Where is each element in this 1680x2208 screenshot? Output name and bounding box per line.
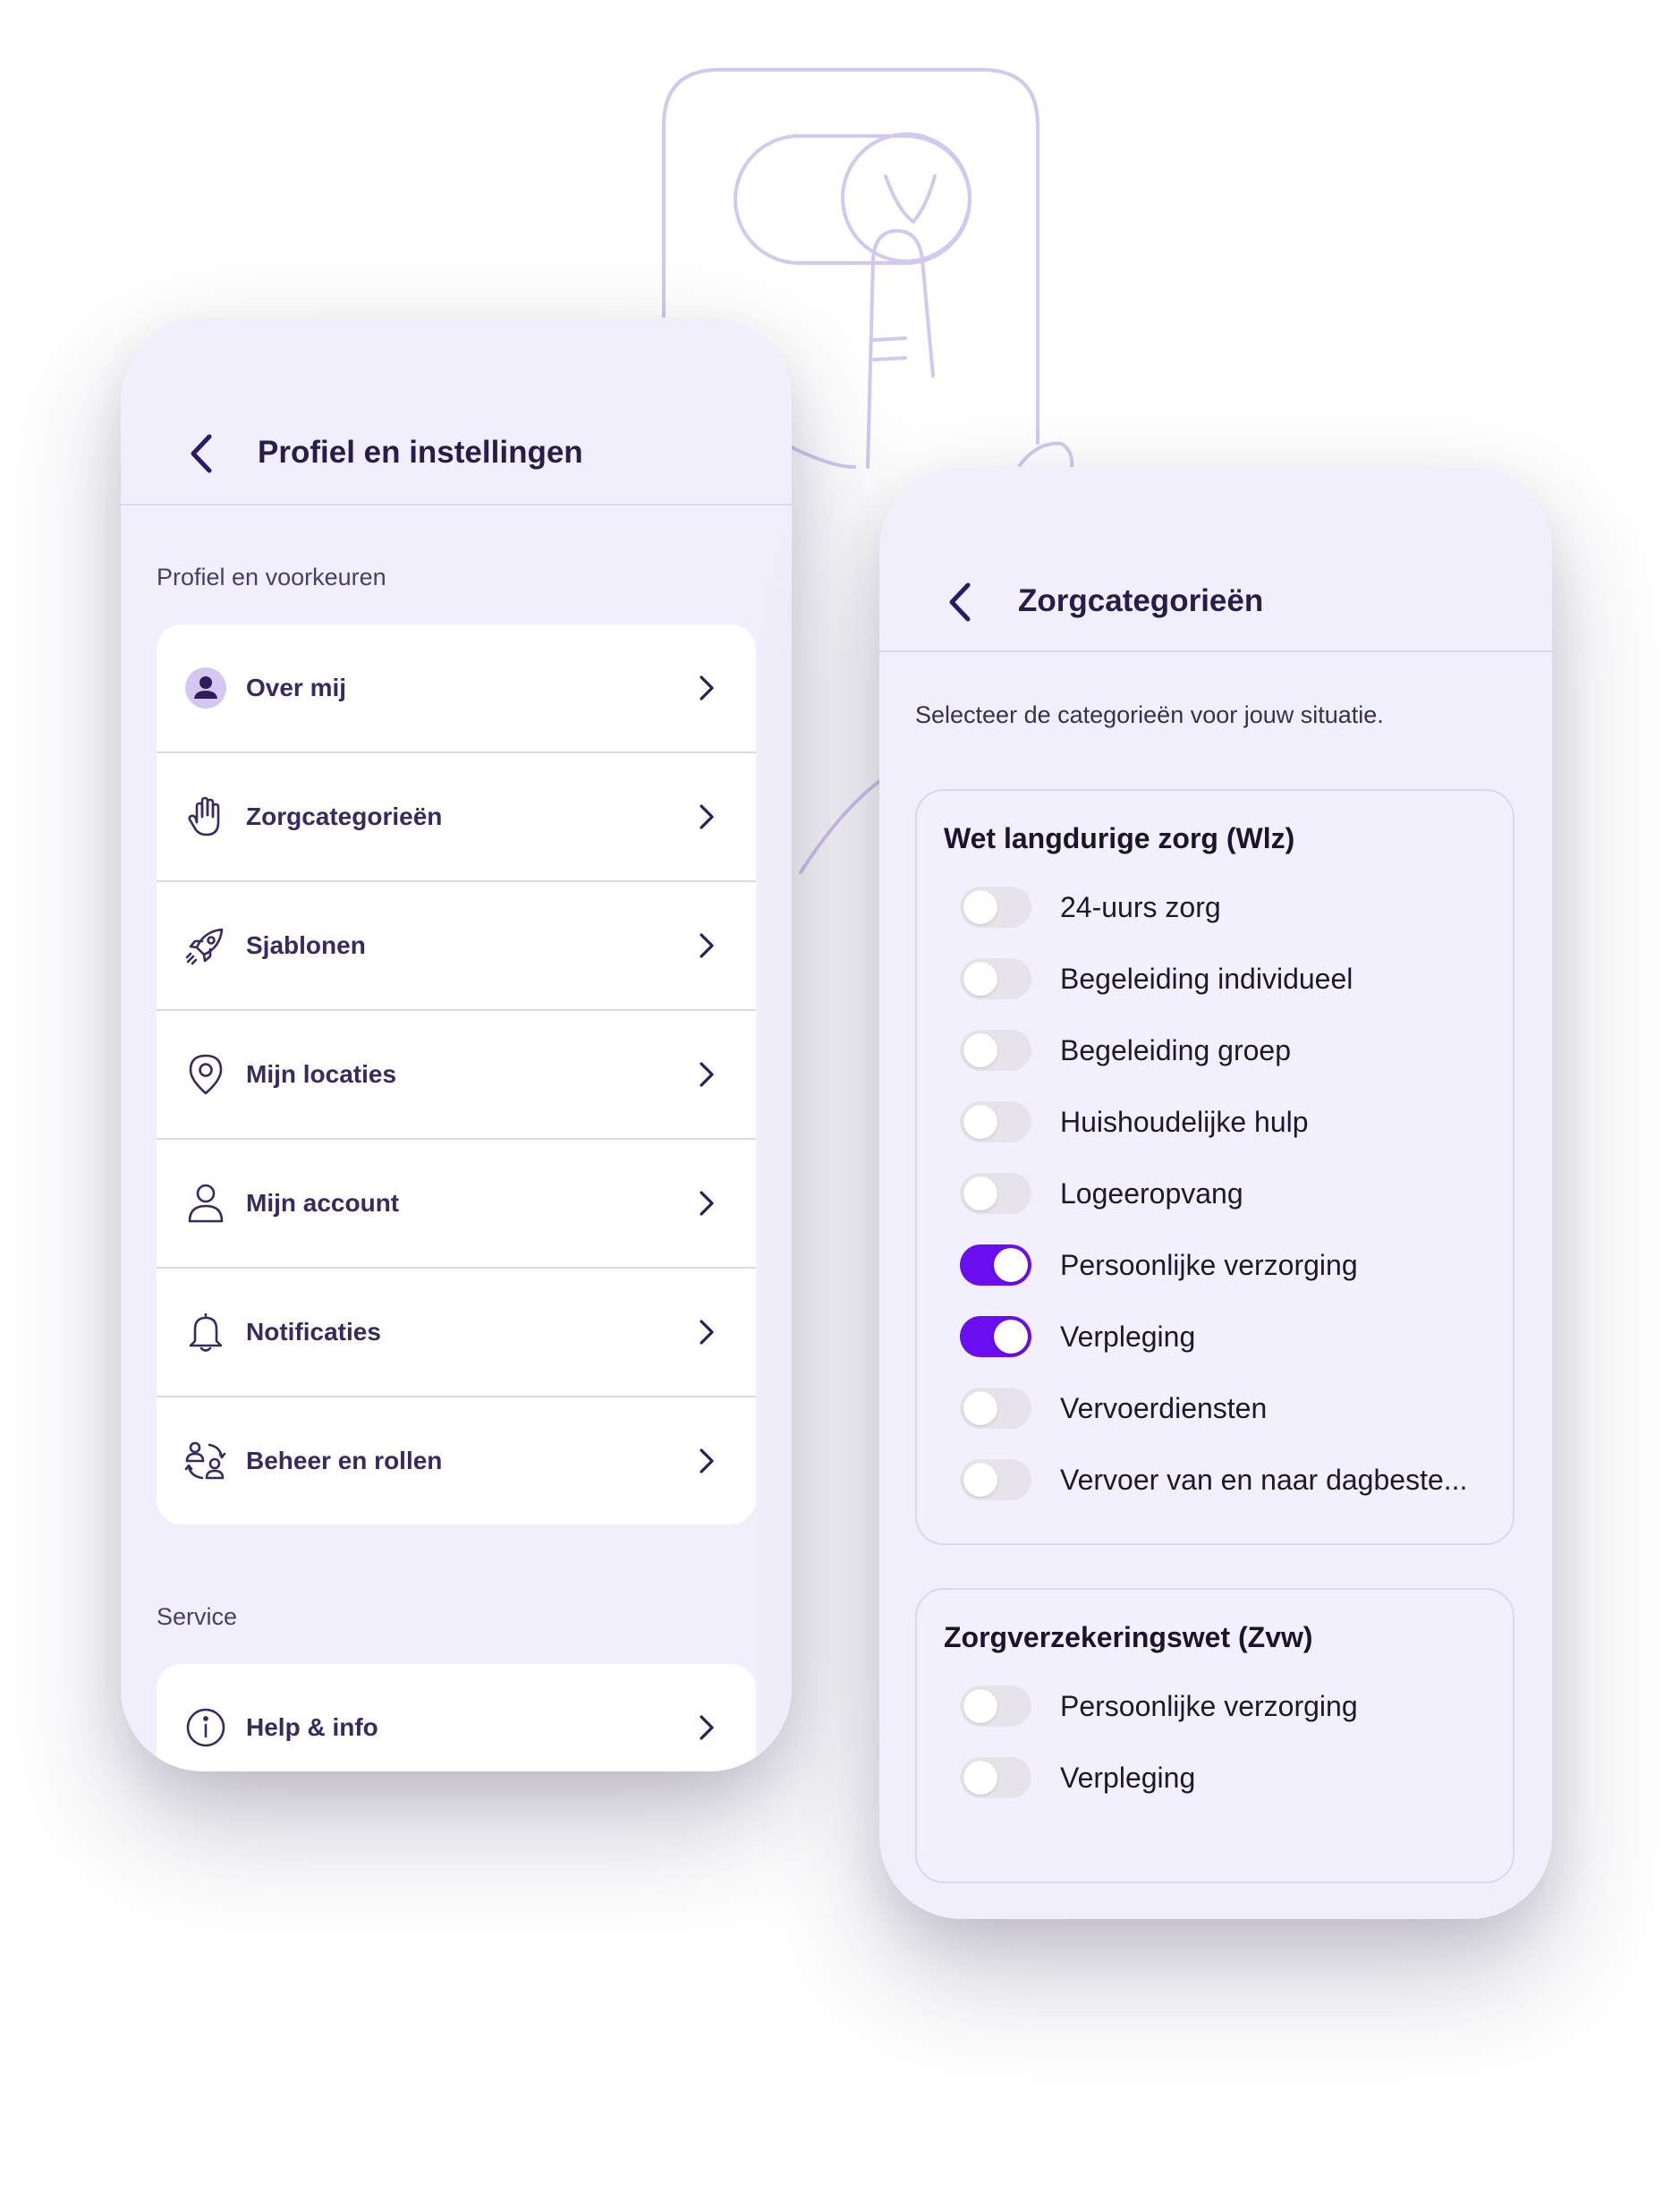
toggle-knob <box>994 1320 1028 1354</box>
menu-item-zorgcategorieen[interactable]: Zorgcategorieën <box>157 753 756 882</box>
page-title: Zorgcategorieën <box>1018 583 1264 618</box>
toggle-row: Begeleiding individueel <box>917 952 1513 1006</box>
toggle-switch[interactable] <box>960 1030 1031 1071</box>
toggle-knob <box>963 1105 997 1139</box>
toggle-label: Persoonlijke verzorging <box>1060 1689 1358 1722</box>
group-title: Zorgverzekeringswet (Zvw) <box>944 1621 1313 1653</box>
toggle-row: Verpleging <box>917 1751 1513 1805</box>
menu-item-label: Mijn account <box>246 1189 400 1217</box>
chevron-right-icon <box>695 1711 718 1744</box>
toggle-row: Verpleging <box>917 1310 1513 1363</box>
menu-item-notificaties[interactable]: Notificaties <box>157 1269 756 1397</box>
rocket-icon <box>183 923 228 968</box>
menu-item-label: Sjablonen <box>246 931 366 959</box>
menu-item-label: Mijn locaties <box>246 1060 397 1088</box>
toggle-row: Huishoudelijke hulp <box>917 1095 1513 1149</box>
toggle-label: Verpleging <box>1060 1320 1196 1353</box>
location-pin-icon <box>183 1052 228 1097</box>
toggle-switch[interactable] <box>960 1173 1031 1214</box>
toggle-label: Persoonlijke verzorging <box>1060 1248 1358 1281</box>
toggle-row: Begeleiding groep <box>917 1023 1513 1077</box>
toggle-label: Vervoer van en naar dagbeste... <box>1060 1463 1468 1496</box>
menu-item-beheer-en-rollen[interactable]: Beheer en rollen <box>157 1397 756 1524</box>
section-label-service: Service <box>157 1603 238 1630</box>
toggle-knob <box>963 1761 997 1795</box>
chevron-right-icon <box>695 1316 718 1348</box>
toggle-label: Vervoerdiensten <box>1060 1391 1268 1424</box>
toggle-knob <box>963 1176 997 1210</box>
toggle-switch[interactable] <box>960 1459 1031 1500</box>
profile-settings-list: Over mij Zorgcategorieën Sjablonen Mijn … <box>157 624 756 1524</box>
bell-icon <box>183 1310 228 1355</box>
toggle-label: Huishoudelijke hulp <box>1060 1105 1309 1138</box>
toggle-switch[interactable] <box>960 1101 1031 1142</box>
menu-item-mijn-locaties[interactable]: Mijn locaties <box>157 1011 756 1140</box>
toggle-row: Vervoerdiensten <box>917 1381 1513 1435</box>
settings-header: Profiel en instellingen <box>121 318 792 505</box>
category-group-zvw: Zorgverzekeringswet (Zvw) Persoonlijke v… <box>915 1588 1515 1883</box>
group-title: Wet langdurige zorg (Wlz) <box>944 822 1295 854</box>
section-label-profile: Profiel en voorkeuren <box>157 564 386 590</box>
toggle-label: Logeeropvang <box>1060 1176 1243 1210</box>
menu-item-label: Over mij <box>246 674 347 701</box>
categories-header: Zorgcategorieën <box>879 467 1552 652</box>
hand-icon <box>183 794 228 839</box>
toggle-row: Logeeropvang <box>917 1167 1513 1220</box>
service-list: Help & info <box>157 1664 756 1771</box>
toggle-knob <box>963 890 997 924</box>
menu-item-over-mij[interactable]: Over mij <box>157 624 756 753</box>
toggle-row: Persoonlijke verzorging <box>917 1238 1513 1292</box>
chevron-left-icon <box>191 434 212 473</box>
settings-screen: Profiel en instellingen Profiel en voork… <box>121 318 792 1771</box>
toggle-knob <box>963 962 997 996</box>
info-icon <box>183 1705 228 1750</box>
toggle-switch[interactable] <box>960 887 1031 928</box>
toggle-switch[interactable] <box>960 1244 1031 1286</box>
toggle-row: 24-uurs zorg <box>917 880 1513 934</box>
toggle-knob <box>963 1033 997 1067</box>
care-categories-screen: Zorgcategorieën Selecteer de categorieën… <box>879 467 1552 1919</box>
chevron-right-icon <box>695 1445 718 1477</box>
menu-item-label: Zorgcategorieën <box>246 803 443 830</box>
toggle-knob <box>963 1391 997 1425</box>
user-avatar-icon <box>183 666 228 710</box>
chevron-right-icon <box>695 930 718 962</box>
chevron-right-icon <box>695 1187 718 1219</box>
category-group-wlz: Wet langdurige zorg (Wlz) 24-uurs zorg B… <box>915 789 1515 1545</box>
back-button[interactable] <box>933 575 987 629</box>
toggle-switch[interactable] <box>960 1388 1031 1429</box>
menu-item-sjablonen[interactable]: Sjablonen <box>157 882 756 1011</box>
chevron-right-icon <box>695 801 718 833</box>
menu-item-label: Beheer en rollen <box>246 1447 443 1474</box>
toggle-row: Persoonlijke verzorging <box>917 1679 1513 1733</box>
person-outline-icon <box>183 1181 228 1226</box>
menu-item-mijn-account[interactable]: Mijn account <box>157 1140 756 1269</box>
menu-item-label: Help & info <box>246 1713 378 1741</box>
page-title: Profiel en instellingen <box>258 435 583 470</box>
users-manage-icon <box>183 1439 228 1483</box>
toggle-knob <box>963 1689 997 1723</box>
toggle-knob <box>963 1463 997 1497</box>
toggle-label: Begeleiding groep <box>1060 1033 1291 1066</box>
toggle-label: Verpleging <box>1060 1761 1196 1794</box>
chevron-left-icon <box>949 582 971 622</box>
back-button[interactable] <box>174 427 228 480</box>
menu-item-help-info[interactable]: Help & info <box>157 1664 756 1771</box>
toggle-switch[interactable] <box>960 1686 1031 1727</box>
toggle-label: 24-uurs zorg <box>1060 890 1221 923</box>
toggle-switch[interactable] <box>960 958 1031 999</box>
toggle-label: Begeleiding individueel <box>1060 962 1353 995</box>
toggle-knob <box>994 1248 1028 1282</box>
toggle-row: Vervoer van en naar dagbeste... <box>917 1453 1513 1507</box>
toggle-switch[interactable] <box>960 1316 1031 1357</box>
chevron-right-icon <box>695 672 718 704</box>
menu-item-label: Notificaties <box>246 1318 381 1346</box>
chevron-right-icon <box>695 1058 718 1091</box>
intro-text: Selecteer de categorieën voor jouw situa… <box>915 701 1384 728</box>
toggle-switch[interactable] <box>960 1757 1031 1798</box>
